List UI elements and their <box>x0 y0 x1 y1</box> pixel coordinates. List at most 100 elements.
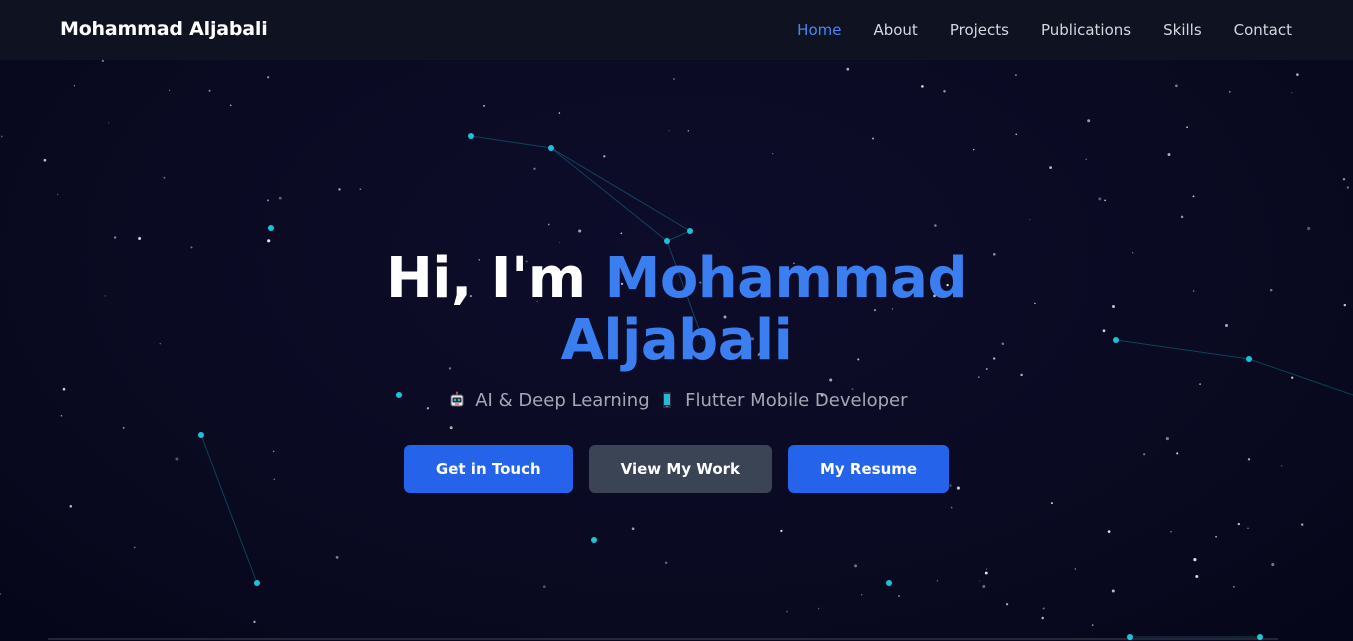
nav-link-publications[interactable]: Publications <box>1041 21 1131 39</box>
nav-link-contact[interactable]: Contact <box>1234 21 1292 39</box>
star <box>687 130 690 132</box>
star <box>0 135 3 138</box>
glowing-star <box>254 580 260 586</box>
star <box>771 152 774 155</box>
star <box>1237 522 1241 526</box>
mobile-phone-icon <box>663 392 672 408</box>
star <box>208 89 211 92</box>
star <box>921 85 924 88</box>
star <box>1186 126 1188 129</box>
star <box>1291 92 1293 94</box>
star <box>1041 616 1044 620</box>
star <box>1042 607 1045 610</box>
star <box>533 167 536 170</box>
star <box>267 239 271 243</box>
star <box>668 130 670 132</box>
star <box>1192 195 1195 198</box>
star <box>278 196 282 200</box>
glowing-star <box>468 133 474 139</box>
nav-link-about[interactable]: About <box>873 21 917 39</box>
hero-buttons: Get in Touch View My Work My Resume <box>0 445 1353 493</box>
my-resume-button[interactable]: My Resume <box>788 445 950 493</box>
hero-subtitle: AI & Deep Learning Flutter Mobile Develo… <box>0 390 1353 411</box>
star <box>267 199 269 202</box>
star <box>1247 527 1249 529</box>
star <box>950 506 953 509</box>
bottom-divider <box>48 638 1278 640</box>
star <box>483 105 485 107</box>
star <box>133 546 136 549</box>
hero-title: Hi, I'm Mohammad Aljabali <box>0 248 1353 372</box>
glowing-star <box>664 238 670 244</box>
star <box>547 223 550 226</box>
hero-greeting: Hi, I'm <box>385 246 605 311</box>
hero-name-last: Aljabali <box>560 308 793 373</box>
star <box>1307 226 1311 231</box>
star <box>1193 558 1197 562</box>
star <box>1104 199 1107 202</box>
star <box>631 527 635 530</box>
nav-links: Home About Projects Publications Skills … <box>797 0 1292 59</box>
hero-name-first: Mohammad <box>604 246 968 311</box>
star <box>673 78 675 80</box>
robot-icon <box>450 391 464 407</box>
star <box>1005 603 1009 606</box>
star <box>1107 530 1111 533</box>
brand-logo[interactable]: Mohammad Aljabali <box>60 0 268 59</box>
star <box>897 595 901 598</box>
star <box>786 610 788 613</box>
star <box>861 594 863 596</box>
star <box>1050 502 1053 505</box>
star <box>229 104 232 107</box>
star <box>1111 589 1115 593</box>
star <box>542 585 546 589</box>
star <box>113 236 117 239</box>
star <box>267 76 270 79</box>
star <box>620 232 623 235</box>
star <box>163 176 166 179</box>
star <box>603 155 606 158</box>
constellation-line <box>550 147 668 242</box>
star <box>1167 153 1171 156</box>
star <box>558 241 560 243</box>
star <box>664 561 668 565</box>
star <box>1087 119 1091 123</box>
star <box>73 85 75 87</box>
star <box>578 229 582 233</box>
star <box>1029 219 1031 221</box>
subtitle-flutter: Flutter Mobile Developer <box>685 390 908 411</box>
star <box>138 237 142 240</box>
glowing-star <box>548 145 554 151</box>
view-my-work-button[interactable]: View My Work <box>588 445 772 493</box>
star <box>1296 73 1299 76</box>
star <box>1180 215 1184 219</box>
star <box>846 67 850 71</box>
star <box>43 158 47 162</box>
star <box>986 568 988 570</box>
star <box>1232 585 1235 588</box>
nav-link-projects[interactable]: Projects <box>950 21 1009 39</box>
nav-link-home[interactable]: Home <box>797 21 841 39</box>
star <box>780 529 783 533</box>
star <box>169 89 171 91</box>
star <box>101 59 105 63</box>
star <box>1085 158 1087 160</box>
star <box>558 112 561 114</box>
star <box>335 556 339 559</box>
get-in-touch-button[interactable]: Get in Touch <box>403 445 573 493</box>
navbar: Mohammad Aljabali Home About Projects Pu… <box>0 0 1353 59</box>
star <box>982 585 986 588</box>
star <box>1346 186 1350 189</box>
star <box>253 620 256 624</box>
star <box>871 137 875 140</box>
star <box>1228 90 1231 93</box>
star <box>0 593 1 595</box>
glowing-star <box>591 537 597 543</box>
star <box>979 580 981 582</box>
star <box>338 188 341 191</box>
glowing-star <box>268 225 274 231</box>
nav-link-skills[interactable]: Skills <box>1163 21 1202 39</box>
star <box>108 122 110 124</box>
star <box>1015 133 1018 136</box>
star <box>984 571 988 575</box>
